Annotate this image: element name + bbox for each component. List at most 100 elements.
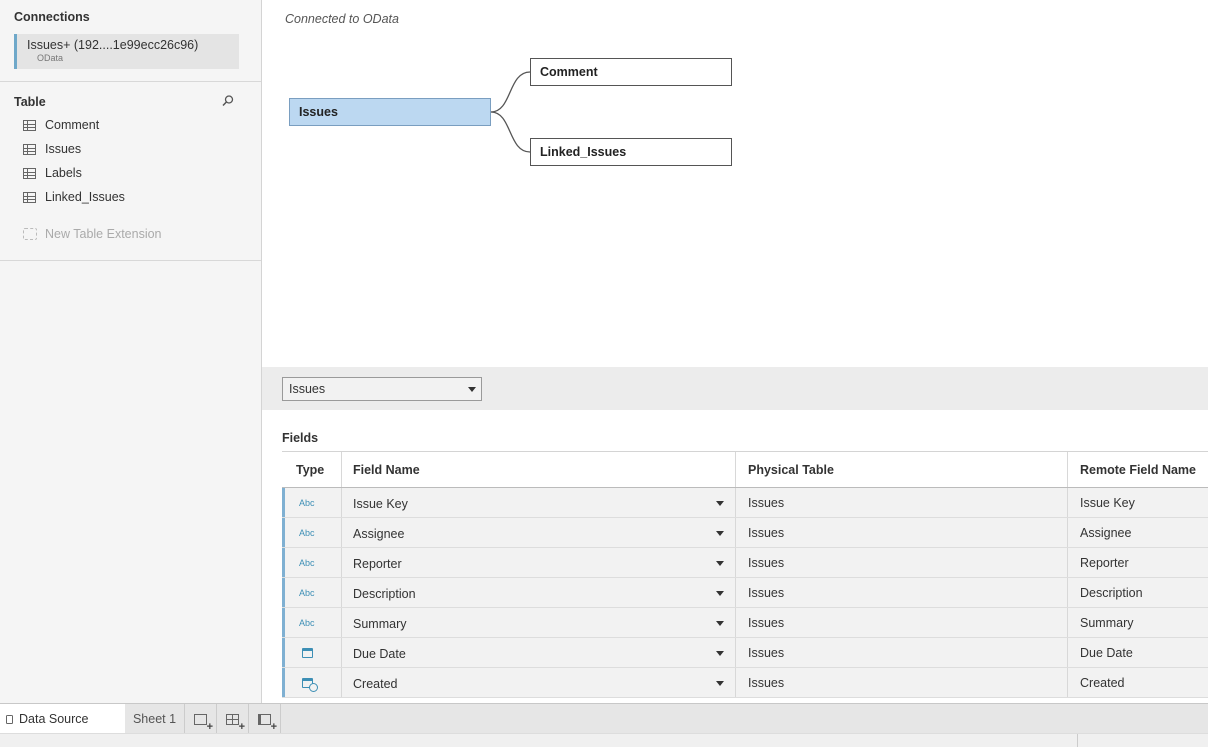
new-worksheet-button[interactable] <box>185 704 217 734</box>
physical-table-cell: Issues <box>736 518 1068 547</box>
string-icon: Abc <box>299 497 315 508</box>
string-icon: Abc <box>299 587 315 598</box>
field-name-cell[interactable]: Issue Key <box>342 488 736 517</box>
type-cell[interactable]: Abc <box>282 608 342 637</box>
type-cell[interactable]: Abc <box>282 518 342 547</box>
table-row[interactable]: Abc Assignee Issues Assignee <box>282 518 1208 548</box>
remote-field-cell: Due Date <box>1080 645 1133 660</box>
type-cell[interactable] <box>282 638 342 667</box>
table-item-label: Comment <box>45 118 100 132</box>
tab-data-source[interactable]: Data Source <box>0 704 125 734</box>
remote-field-cell: Reporter <box>1080 555 1129 570</box>
divider <box>0 81 261 82</box>
chevron-down-icon[interactable] <box>716 681 724 686</box>
field-name-cell[interactable]: Summary <box>342 608 736 637</box>
field-name: Created <box>353 676 398 691</box>
type-cell[interactable]: Abc <box>282 488 342 517</box>
chevron-down-icon[interactable] <box>716 561 724 566</box>
grid-header: Type Field Name Physical Table Remote Fi… <box>282 452 1208 488</box>
remote-field-cell: Assignee <box>1080 525 1132 540</box>
connection-item[interactable]: Issues+ (192....1e99ecc26c96) OData <box>14 34 239 69</box>
field-name-cell[interactable]: Due Date <box>342 638 736 667</box>
field-name: Reporter <box>353 556 402 571</box>
physical-table-cell: Issues <box>736 638 1068 667</box>
type-cell[interactable] <box>282 668 342 697</box>
status-divider <box>1077 734 1078 747</box>
node-linked-issues[interactable]: Linked_Issues <box>530 138 732 166</box>
table-icon <box>23 119 36 131</box>
divider <box>0 260 261 261</box>
connections-title: Connections <box>14 10 90 24</box>
table-row[interactable]: Abc Description Issues Description <box>282 578 1208 608</box>
col-header-remote-field-name[interactable]: Remote Field Name <box>1068 452 1208 487</box>
new-story-icon <box>258 713 277 733</box>
chevron-down-icon[interactable] <box>716 651 724 656</box>
table-icon <box>23 191 36 203</box>
table-select[interactable]: Issues <box>282 377 482 401</box>
sidebar: Connections Issues+ (192....1e99ecc26c96… <box>0 0 262 703</box>
database-icon <box>6 714 13 724</box>
relationship-canvas[interactable]: Connected to OData Issues Comment Linked… <box>262 0 1208 367</box>
table-title: Table <box>14 95 46 109</box>
physical-table-cell: Issues <box>736 578 1068 607</box>
type-cell[interactable]: Abc <box>282 548 342 577</box>
chevron-down-icon[interactable] <box>716 591 724 596</box>
table-item-label: Issues <box>45 142 82 156</box>
field-name-cell[interactable]: Reporter <box>342 548 736 577</box>
col-header-physical-table[interactable]: Physical Table <box>736 452 1068 487</box>
table-selector-bar: Issues <box>262 367 1208 410</box>
fields-grid: Type Field Name Physical Table Remote Fi… <box>282 451 1208 698</box>
status-bar <box>0 733 1208 747</box>
table-select-value: Issues <box>289 382 326 396</box>
table-item-label: Linked_Issues <box>45 190 125 204</box>
table-icon <box>23 143 36 155</box>
table-row[interactable]: Due Date Issues Due Date <box>282 638 1208 668</box>
remote-field-cell: Created <box>1080 675 1125 690</box>
tab-sheet-1[interactable]: Sheet 1 <box>125 704 185 734</box>
field-name-cell[interactable]: Assignee <box>342 518 736 547</box>
table-row[interactable]: Abc Reporter Issues Reporter <box>282 548 1208 578</box>
table-item-label: Labels <box>45 166 82 180</box>
remote-field-cell: Summary <box>1080 615 1134 630</box>
tab-data-source-label: Data Source <box>19 712 89 726</box>
search-icon[interactable] <box>221 94 235 108</box>
new-table-extension[interactable]: New Table Extension <box>23 227 162 241</box>
physical-table-cell: Issues <box>736 488 1068 517</box>
table-icon <box>23 167 36 179</box>
field-name: Summary <box>353 616 407 631</box>
node-comment[interactable]: Comment <box>530 58 732 86</box>
date-icon <box>302 647 313 658</box>
physical-table-cell: Issues <box>736 548 1068 577</box>
field-name-cell[interactable]: Description <box>342 578 736 607</box>
table-row[interactable]: Created Issues Created <box>282 668 1208 698</box>
string-icon: Abc <box>299 527 315 538</box>
table-item-linked-issues[interactable]: Linked_Issues <box>23 187 125 207</box>
type-cell[interactable]: Abc <box>282 578 342 607</box>
field-name-cell[interactable]: Created <box>342 668 736 697</box>
field-name: Due Date <box>353 646 406 661</box>
new-table-extension-label: New Table Extension <box>45 227 162 241</box>
field-name: Description <box>353 586 416 601</box>
table-item-comment[interactable]: Comment <box>23 115 99 135</box>
sheet-tab-bar: Data Source Sheet 1 <box>0 703 1208 734</box>
remote-field-cell: Issue Key <box>1080 495 1135 510</box>
col-header-type[interactable]: Type <box>282 452 342 487</box>
new-dashboard-icon <box>226 713 245 733</box>
table-row[interactable]: Abc Summary Issues Summary <box>282 608 1208 638</box>
remote-field-cell: Description <box>1080 585 1143 600</box>
chevron-down-icon[interactable] <box>716 531 724 536</box>
physical-table-cell: Issues <box>736 608 1068 637</box>
new-dashboard-button[interactable] <box>217 704 249 734</box>
physical-table-cell: Issues <box>736 668 1068 697</box>
table-row[interactable]: Abc Issue Key Issues Issue Key <box>282 488 1208 518</box>
table-item-issues[interactable]: Issues <box>23 139 81 159</box>
chevron-down-icon[interactable] <box>716 621 724 626</box>
chevron-down-icon <box>468 387 476 392</box>
extension-icon <box>23 228 37 240</box>
node-issues[interactable]: Issues <box>289 98 491 126</box>
col-header-field-name[interactable]: Field Name <box>342 452 736 487</box>
new-worksheet-icon <box>194 713 213 733</box>
chevron-down-icon[interactable] <box>716 501 724 506</box>
table-item-labels[interactable]: Labels <box>23 163 82 183</box>
new-story-button[interactable] <box>249 704 281 734</box>
